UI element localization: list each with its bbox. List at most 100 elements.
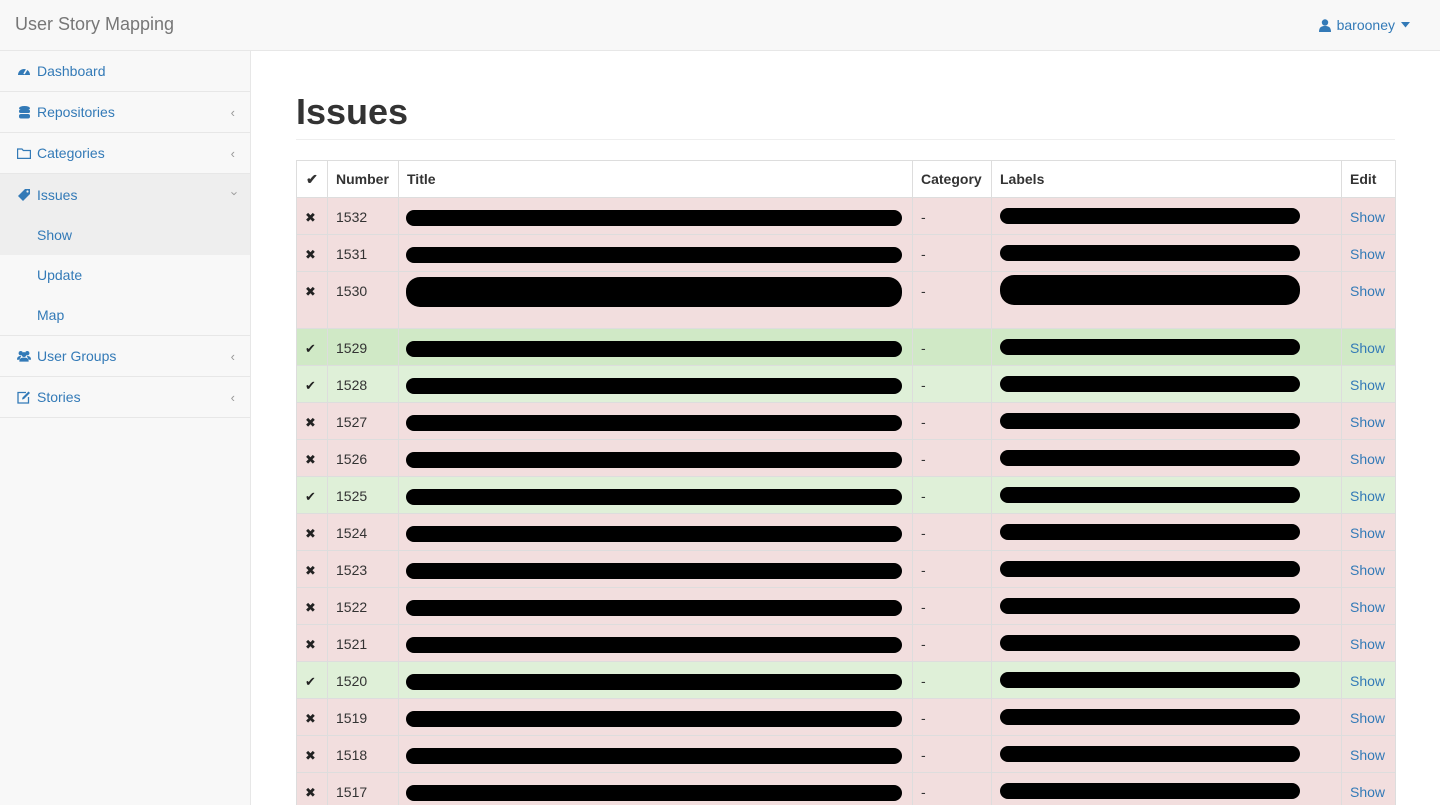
sidebar-item-categories[interactable]: Categories ‹ bbox=[0, 133, 250, 174]
issue-category: - bbox=[912, 328, 992, 366]
issue-title bbox=[398, 271, 913, 329]
show-link[interactable]: Show bbox=[1350, 636, 1385, 652]
dashboard-icon bbox=[17, 64, 31, 78]
issue-labels bbox=[991, 550, 1342, 588]
issue-edit-cell: Show bbox=[1341, 772, 1396, 805]
issue-title bbox=[398, 234, 913, 272]
issue-labels bbox=[991, 587, 1342, 625]
table-row[interactable]: ✖ 1527 - Show bbox=[296, 402, 1396, 440]
redacted-labels bbox=[1000, 376, 1300, 392]
edit-column-header[interactable]: Edit bbox=[1341, 160, 1396, 198]
category-column-header[interactable]: Category bbox=[912, 160, 992, 198]
number-column-header[interactable]: Number bbox=[327, 160, 399, 198]
issue-number: 1523 bbox=[327, 550, 399, 588]
table-row[interactable]: ✖ 1531 - Show bbox=[296, 234, 1396, 272]
show-link[interactable]: Show bbox=[1350, 525, 1385, 541]
redacted-title bbox=[406, 277, 902, 307]
sidebar-item-repositories[interactable]: Repositories ‹ bbox=[0, 92, 250, 133]
show-link[interactable]: Show bbox=[1350, 747, 1385, 763]
redacted-labels bbox=[1000, 413, 1300, 429]
issue-labels bbox=[991, 698, 1342, 736]
app-brand[interactable]: User Story Mapping bbox=[15, 14, 174, 35]
table-row[interactable]: ✔ 1520 - Show bbox=[296, 661, 1396, 699]
issue-number: 1520 bbox=[327, 661, 399, 699]
redacted-title bbox=[406, 378, 902, 394]
issue-labels bbox=[991, 439, 1342, 477]
show-link[interactable]: Show bbox=[1350, 414, 1385, 430]
status-cell: ✔ bbox=[296, 661, 328, 699]
show-link[interactable]: Show bbox=[1350, 340, 1385, 356]
show-link[interactable]: Show bbox=[1350, 710, 1385, 726]
issue-number: 1525 bbox=[327, 476, 399, 514]
title-column-header[interactable]: Title bbox=[398, 160, 913, 198]
issue-labels bbox=[991, 624, 1342, 662]
show-link[interactable]: Show bbox=[1350, 377, 1385, 393]
redacted-title bbox=[406, 452, 902, 468]
times-icon: ✖ bbox=[305, 247, 316, 262]
table-row[interactable]: ✖ 1524 - Show bbox=[296, 513, 1396, 551]
show-link[interactable]: Show bbox=[1350, 451, 1385, 467]
show-link[interactable]: Show bbox=[1350, 488, 1385, 504]
sidebar-subitem-show[interactable]: Show bbox=[0, 215, 250, 255]
issue-labels bbox=[991, 365, 1342, 403]
issue-labels bbox=[991, 513, 1342, 551]
show-link[interactable]: Show bbox=[1350, 784, 1385, 800]
divider bbox=[296, 139, 1395, 140]
times-icon: ✖ bbox=[305, 785, 316, 800]
show-link[interactable]: Show bbox=[1350, 209, 1385, 225]
redacted-title bbox=[406, 341, 902, 357]
issue-edit-cell: Show bbox=[1341, 661, 1396, 699]
table-row[interactable]: ✖ 1521 - Show bbox=[296, 624, 1396, 662]
show-link[interactable]: Show bbox=[1350, 246, 1385, 262]
user-icon bbox=[1318, 18, 1331, 32]
caret-down-icon bbox=[1401, 22, 1410, 28]
table-row[interactable]: ✔ 1525 - Show bbox=[296, 476, 1396, 514]
show-link[interactable]: Show bbox=[1350, 283, 1385, 299]
table-row[interactable]: ✖ 1526 - Show bbox=[296, 439, 1396, 477]
times-icon: ✖ bbox=[305, 637, 316, 652]
sidebar-item-user-groups[interactable]: User Groups ‹ bbox=[0, 336, 250, 377]
show-link[interactable]: Show bbox=[1350, 599, 1385, 615]
sidebar-item-dashboard[interactable]: Dashboard bbox=[0, 51, 250, 92]
table-header-row: ✔ Number Title Category Labels Edit bbox=[296, 160, 1396, 198]
sidebar-item-stories[interactable]: Stories ‹ bbox=[0, 377, 250, 418]
edit-icon bbox=[17, 390, 31, 404]
table-row[interactable]: ✔ 1528 - Show bbox=[296, 365, 1396, 403]
table-row[interactable]: ✖ 1522 - Show bbox=[296, 587, 1396, 625]
redacted-title bbox=[406, 247, 902, 263]
sidebar-item-issues[interactable]: Issues ‹ bbox=[0, 174, 250, 215]
issue-category: - bbox=[912, 587, 992, 625]
redacted-labels bbox=[1000, 245, 1300, 261]
database-icon bbox=[17, 105, 31, 119]
issue-category: - bbox=[912, 271, 992, 329]
check-icon: ✔ bbox=[305, 674, 316, 689]
redacted-labels bbox=[1000, 208, 1300, 224]
show-link[interactable]: Show bbox=[1350, 673, 1385, 689]
user-menu[interactable]: barooney bbox=[1318, 17, 1410, 33]
sidebar-subitem-map[interactable]: Map bbox=[0, 295, 250, 335]
issue-title bbox=[398, 772, 913, 805]
issue-edit-cell: Show bbox=[1341, 624, 1396, 662]
labels-column-header[interactable]: Labels bbox=[991, 160, 1342, 198]
redacted-title bbox=[406, 526, 902, 542]
sidebar-subitem-update[interactable]: Update bbox=[0, 255, 250, 295]
main-content: Issues ✔ Number Title Category Labels Ed… bbox=[251, 51, 1440, 805]
table-row[interactable]: ✖ 1523 - Show bbox=[296, 550, 1396, 588]
table-row[interactable]: ✖ 1530 - Show bbox=[296, 271, 1396, 329]
show-link[interactable]: Show bbox=[1350, 562, 1385, 578]
issue-number: 1518 bbox=[327, 735, 399, 773]
issue-category: - bbox=[912, 439, 992, 477]
table-row[interactable]: ✖ 1519 - Show bbox=[296, 698, 1396, 736]
times-icon: ✖ bbox=[305, 711, 316, 726]
table-row[interactable]: ✔ 1529 - Show bbox=[296, 328, 1396, 366]
redacted-labels bbox=[1000, 672, 1300, 688]
times-icon: ✖ bbox=[305, 600, 316, 615]
status-cell: ✖ bbox=[296, 197, 328, 235]
check-icon: ✔ bbox=[305, 378, 316, 393]
table-row[interactable]: ✖ 1517 - Show bbox=[296, 772, 1396, 805]
issue-labels bbox=[991, 772, 1342, 805]
times-icon: ✖ bbox=[305, 748, 316, 763]
table-row[interactable]: ✖ 1532 - Show bbox=[296, 197, 1396, 235]
table-row[interactable]: ✖ 1518 - Show bbox=[296, 735, 1396, 773]
status-column-header[interactable]: ✔ bbox=[296, 160, 328, 198]
